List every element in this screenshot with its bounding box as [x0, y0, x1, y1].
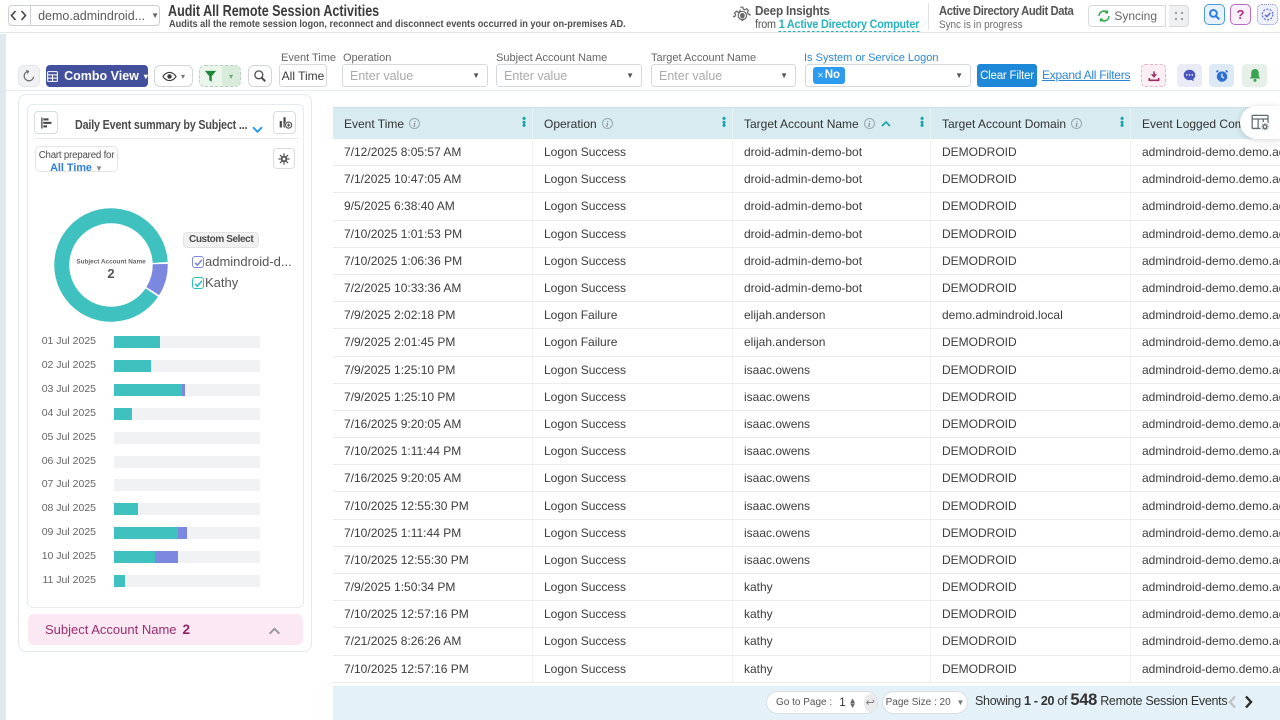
svg-text:2: 2 [107, 266, 114, 281]
svg-text:Subject Account Name: Subject Account Name [76, 259, 146, 266]
